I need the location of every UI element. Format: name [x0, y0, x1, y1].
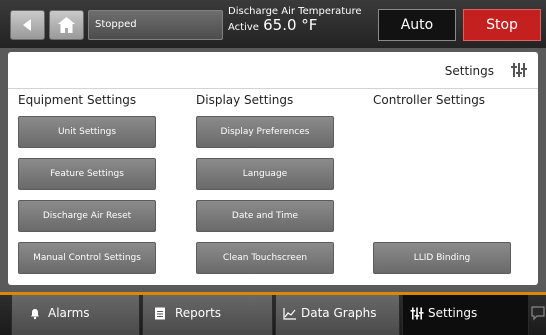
settings-sliders-icon: [410, 307, 424, 320]
clean-touchscreen-button[interactable]: Clean Touchscreen: [196, 242, 334, 274]
tab-settings[interactable]: Settings: [402, 292, 529, 335]
tab-data-graphs-label: Data Graphs: [301, 306, 377, 320]
top-status-bar: Stopped Discharge Air Temperature Active…: [0, 0, 546, 48]
back-arrow-icon: [23, 19, 31, 31]
settings-panel: Settings Equipment Settings Display Sett…: [8, 52, 538, 285]
controller-settings-heading: Controller Settings: [373, 93, 486, 107]
chat-bubble-icon[interactable]: [529, 305, 546, 322]
bottom-tab-bar: Alarms Reports Data Graphs Settings: [0, 292, 546, 335]
bell-icon: [31, 309, 39, 320]
tab-settings-label: Settings: [428, 306, 478, 320]
document-icon: [155, 307, 165, 320]
temperature-value: 65.0 °F: [263, 16, 318, 34]
settings-sliders-icon: [511, 63, 527, 77]
tab-alarms[interactable]: Alarms: [11, 292, 140, 335]
discharge-air-temperature: Discharge Air Temperature Active 65.0 °F: [228, 6, 362, 34]
line-chart-icon: [283, 308, 296, 320]
unit-settings-button[interactable]: Unit Settings: [18, 116, 156, 148]
feature-settings-button[interactable]: Feature Settings: [18, 158, 156, 190]
tab-reports-label: Reports: [175, 306, 222, 320]
auto-button[interactable]: Auto: [378, 9, 456, 41]
tab-reports[interactable]: Reports: [142, 292, 273, 335]
language-button[interactable]: Language: [196, 158, 334, 190]
tab-alarms-label: Alarms: [48, 306, 90, 320]
home-icon: [58, 17, 75, 33]
tab-data-graphs[interactable]: Data Graphs: [275, 292, 400, 335]
unit-status: Stopped: [88, 10, 223, 40]
back-button[interactable]: [10, 10, 45, 40]
llid-binding-button[interactable]: LLID Binding: [373, 242, 511, 274]
display-preferences-button[interactable]: Display Preferences: [196, 116, 334, 148]
home-button[interactable]: [49, 10, 84, 40]
date-and-time-button[interactable]: Date and Time: [196, 200, 334, 232]
panel-title: Settings: [444, 64, 494, 78]
temperature-mode: Active: [228, 22, 259, 33]
manual-control-settings-button[interactable]: Manual Control Settings: [18, 242, 156, 274]
equipment-settings-heading: Equipment Settings: [18, 93, 137, 107]
display-settings-heading: Display Settings: [196, 93, 294, 107]
panel-header: Settings: [8, 52, 538, 89]
stop-button[interactable]: Stop: [463, 9, 541, 41]
tab-bar-accent-line: [0, 292, 546, 295]
discharge-air-reset-button[interactable]: Discharge Air Reset: [18, 200, 156, 232]
